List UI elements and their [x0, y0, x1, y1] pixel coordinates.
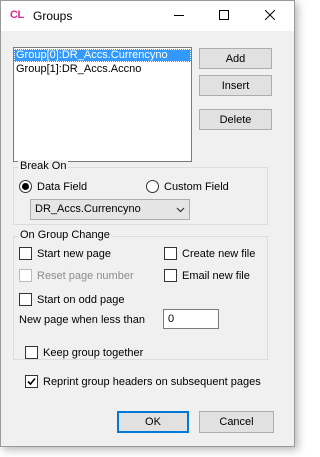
email-new-file-label: Email new file [182, 269, 250, 282]
insert-button[interactable]: Insert [199, 75, 272, 96]
create-new-file-label: Create new file [182, 247, 256, 260]
start-on-odd-page-checkbox[interactable]: Start on odd page [19, 293, 124, 306]
on-group-change-title: On Group Change [18, 229, 112, 241]
email-new-file-checkbox[interactable]: Email new file [164, 269, 250, 282]
break-on-title: Break On [18, 160, 69, 172]
custom-field-radio[interactable]: Custom Field [146, 180, 229, 193]
checkbox-icon [164, 247, 177, 260]
radio-unselected-icon [146, 180, 159, 193]
maximize-icon [219, 9, 229, 23]
radio-selected-icon [19, 180, 32, 193]
reset-page-number-checkbox: Reset page number [19, 269, 134, 282]
keep-group-together-checkbox[interactable]: Keep group together [25, 346, 143, 359]
list-item[interactable]: Group[0]:DR_Accs.Currencyno [14, 49, 191, 62]
start-new-page-checkbox[interactable]: Start new page [19, 247, 111, 260]
title-bar[interactable]: CL Groups [1, 1, 294, 31]
minimize-button[interactable] [156, 1, 202, 31]
reprint-headers-checkbox[interactable]: Reprint group headers on subsequent page… [25, 375, 261, 388]
checkbox-icon [19, 293, 32, 306]
maximize-button[interactable] [201, 1, 247, 31]
reset-page-number-label: Reset page number [37, 269, 134, 282]
cancel-button[interactable]: Cancel [199, 411, 274, 433]
checkbox-icon [19, 247, 32, 260]
checkbox-icon [164, 269, 177, 282]
start-on-odd-page-label: Start on odd page [37, 293, 125, 306]
reprint-headers-label: Reprint group headers on subsequent page… [43, 375, 261, 388]
groups-dialog: CL Groups Group[0]:DR_Accs.Currencyno Gr… [0, 0, 295, 447]
dialog-body: Group[0]:DR_Accs.Currencyno Group[1]:DR_… [1, 31, 294, 446]
window-title: Groups [33, 9, 73, 23]
close-button[interactable] [247, 1, 293, 31]
create-new-file-checkbox[interactable]: Create new file [164, 247, 255, 260]
keep-group-together-label: Keep group together [43, 346, 144, 359]
new-page-when-less-than-input[interactable]: 0 [163, 309, 219, 329]
data-field-label: Data Field [37, 180, 88, 193]
checkbox-icon [19, 269, 32, 282]
checkbox-icon [25, 346, 38, 359]
groups-listbox[interactable]: Group[0]:DR_Accs.Currencyno Group[1]:DR_… [13, 47, 192, 162]
break-field-value: DR_Accs.Currencyno [35, 203, 141, 215]
delete-button[interactable]: Delete [199, 109, 272, 130]
close-icon [264, 9, 276, 23]
chevron-down-icon [176, 200, 185, 226]
start-new-page-label: Start new page [37, 247, 111, 260]
checkbox-checked-icon [25, 375, 38, 388]
break-field-dropdown[interactable]: DR_Accs.Currencyno [30, 199, 190, 220]
list-item[interactable]: Group[1]:DR_Accs.Accno [14, 63, 191, 76]
ok-button[interactable]: OK [117, 411, 189, 433]
custom-field-label: Custom Field [164, 180, 229, 193]
new-page-when-less-than-label: New page when less than [19, 314, 145, 326]
data-field-radio[interactable]: Data Field [19, 180, 87, 193]
app-icon: CL [10, 9, 24, 21]
minimize-icon [174, 10, 184, 23]
add-button[interactable]: Add [199, 48, 272, 69]
